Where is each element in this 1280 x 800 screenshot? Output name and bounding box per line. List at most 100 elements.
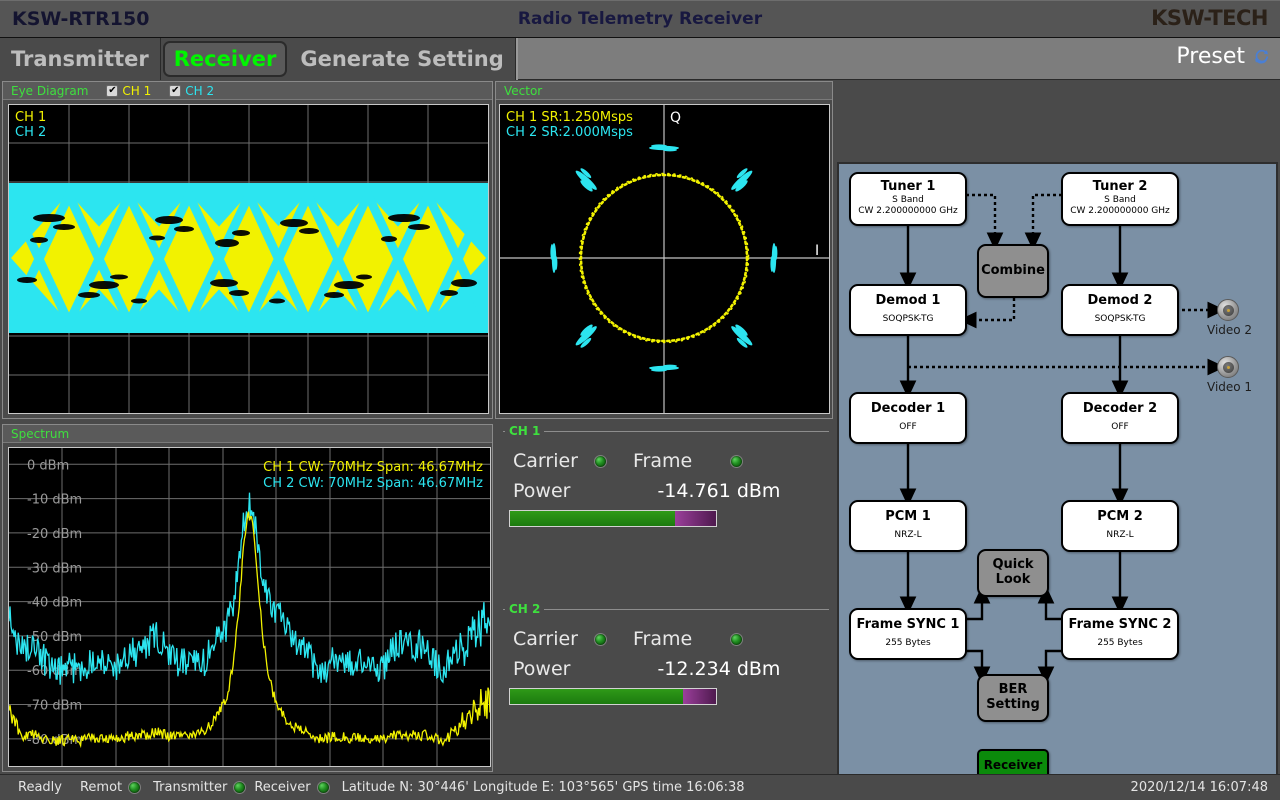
video-2-connector-icon[interactable] bbox=[1217, 299, 1239, 321]
status-ready: Readly bbox=[18, 780, 62, 795]
status-transmitter-led bbox=[233, 781, 247, 794]
svg-text:CH 2 SR:2.000Msps: CH 2 SR:2.000Msps bbox=[506, 125, 633, 140]
ch2-power-label: Power bbox=[513, 658, 571, 680]
ch1-carrier-led bbox=[593, 454, 607, 468]
svg-text:CH 1 SR:1.250Msps: CH 1 SR:1.250Msps bbox=[506, 110, 633, 125]
page-title: Radio Telemetry Receiver bbox=[517, 9, 763, 29]
block-combine-title: Combine bbox=[981, 262, 1045, 278]
block-decoder-2-title: Decoder 2 bbox=[1082, 401, 1158, 417]
block-ber-setting[interactable]: BER Setting bbox=[977, 674, 1049, 722]
block-tuner-1-title: Tuner 1 bbox=[880, 179, 936, 195]
eye-ch2-label: CH 2 bbox=[185, 83, 215, 98]
connector-pin bbox=[1226, 365, 1230, 369]
preset-label: Preset bbox=[1176, 44, 1245, 69]
block-frame-sync-1[interactable]: Frame SYNC 1 255 Bytes bbox=[849, 608, 967, 660]
eye-diagram-plot[interactable]: CH 1 CH 2 bbox=[8, 104, 489, 414]
checkbox-icon[interactable] bbox=[106, 84, 119, 97]
block-decoder-1-state: OFF bbox=[899, 422, 917, 433]
block-pcm-1-title: PCM 1 bbox=[885, 509, 931, 525]
status-datetime: 2020/12/14 16:07:48 bbox=[1130, 780, 1268, 795]
status-receiver: Receiver bbox=[254, 780, 330, 795]
block-frame-sync-2-title: Frame SYNC 2 bbox=[1068, 617, 1172, 633]
tab-bar: Transmitter Receiver Generate Setting Pr… bbox=[0, 38, 1280, 80]
block-frame-sync-2-size: 255 Bytes bbox=[1097, 638, 1143, 649]
block-pcm-1-code: NRZ-L bbox=[894, 530, 922, 541]
block-pcm-2-code: NRZ-L bbox=[1106, 530, 1134, 541]
ch1-power-bar-remainder bbox=[674, 511, 716, 526]
block-ber-setting-line2: Setting bbox=[986, 697, 1040, 712]
block-decoder-2-state: OFF bbox=[1111, 422, 1129, 433]
eye-diagram-header: Eye Diagram CH 1 CH 2 bbox=[3, 82, 492, 100]
receiver-preset-line1: Receiver bbox=[983, 758, 1043, 773]
ch2-power-value: -12.234 dBm bbox=[657, 658, 781, 680]
spectrum-panel: Spectrum 0 dBm -10 dBm -20 dBm -30 dBm -40 d… bbox=[2, 424, 493, 772]
ch1-group-title: CH 1 bbox=[505, 424, 545, 438]
preset-button[interactable]: Preset bbox=[1176, 44, 1270, 69]
block-frame-sync-1-title: Frame SYNC 1 bbox=[856, 617, 960, 633]
block-decoder-1-title: Decoder 1 bbox=[870, 401, 946, 417]
group-divider bbox=[503, 431, 829, 432]
spectrum-header: Spectrum bbox=[3, 425, 492, 443]
block-combine[interactable]: Combine bbox=[977, 244, 1049, 298]
svg-text:CH 1: CH 1 bbox=[15, 110, 46, 125]
vector-plot[interactable]: CH 1 SR:1.250Msps CH 2 SR:2.000Msps Q I bbox=[499, 104, 830, 414]
ch2-power-bar-remainder bbox=[683, 689, 716, 704]
ch1-power-bar bbox=[509, 510, 717, 527]
vector-panel: Vector CH 1 SR:1.250Msps CH 2 SR:2.000Ms… bbox=[495, 81, 833, 419]
video-1-connector-icon[interactable] bbox=[1217, 356, 1239, 378]
block-decoder-1[interactable]: Decoder 1 OFF bbox=[849, 392, 967, 444]
status-transmitter-label: Transmitter bbox=[153, 780, 228, 795]
block-tuner-2-title: Tuner 2 bbox=[1092, 179, 1148, 195]
group-divider bbox=[503, 609, 829, 610]
block-demod-1[interactable]: Demod 1 SOQPSK-TG bbox=[849, 284, 967, 336]
checkbox-icon[interactable] bbox=[169, 84, 182, 97]
ch2-carrier-led bbox=[593, 632, 607, 646]
block-tuner-2[interactable]: Tuner 2 S Band CW 2.200000000 GHz bbox=[1061, 172, 1179, 226]
ch1-power-value: -14.761 dBm bbox=[657, 480, 781, 502]
eye-ch1-checkbox[interactable]: CH 1 bbox=[106, 82, 151, 100]
vector-title: Vector bbox=[504, 83, 543, 98]
channel-group-ch1: CH 1 Carrier Frame Power -14.761 dBm bbox=[495, 422, 835, 594]
block-quick-look-line1: Quick bbox=[992, 557, 1034, 573]
ch2-power-row: Power -12.234 dBm bbox=[513, 658, 780, 680]
video-2-label: Video 2 bbox=[1207, 323, 1253, 337]
svg-text:CH 1 CW: 70MHz Span: 46.67MHz: CH 1 CW: 70MHz Span: 46.67MHz bbox=[263, 460, 483, 475]
channel-status-panel: CH 1 Carrier Frame Power -14.761 dBm CH … bbox=[495, 422, 835, 774]
svg-text:-20 dBm: -20 dBm bbox=[27, 527, 82, 542]
block-frame-sync-2[interactable]: Frame SYNC 2 255 Bytes bbox=[1061, 608, 1179, 660]
ch2-group-title: CH 2 bbox=[505, 602, 545, 616]
ch1-frame-led bbox=[730, 454, 744, 468]
block-tuner-1[interactable]: Tuner 1 S Band CW 2.200000000 GHz bbox=[849, 172, 967, 226]
channel-group-ch2: CH 2 Carrier Frame Power -12.234 dBm bbox=[495, 600, 835, 720]
status-remote-led bbox=[128, 781, 142, 794]
diagram-connectors bbox=[899, 193, 1226, 685]
eye-diagram-title: Eye Diagram bbox=[11, 83, 89, 98]
block-frame-sync-1-size: 255 Bytes bbox=[885, 638, 931, 649]
block-pcm-1[interactable]: PCM 1 NRZ-L bbox=[849, 500, 967, 552]
block-quick-look[interactable]: Quick Look bbox=[977, 549, 1049, 597]
svg-text:-70 dBm: -70 dBm bbox=[27, 699, 82, 714]
tab-generate-setting[interactable]: Generate Setting bbox=[289, 38, 516, 80]
block-tuner-2-band: S Band bbox=[1104, 195, 1136, 206]
ch1-carrier-label: Carrier bbox=[513, 450, 578, 472]
eye-ch2-checkbox[interactable]: CH 2 bbox=[169, 82, 214, 100]
block-demod-2[interactable]: Demod 2 SOQPSK-TG bbox=[1061, 284, 1179, 336]
status-remote-label: Remot bbox=[79, 780, 123, 795]
refresh-icon[interactable] bbox=[1253, 48, 1270, 65]
spectrum-title: Spectrum bbox=[11, 426, 70, 441]
status-remote: Remot bbox=[79, 780, 142, 795]
block-pcm-2-title: PCM 2 bbox=[1097, 509, 1143, 525]
tab-transmitter[interactable]: Transmitter bbox=[0, 38, 161, 80]
svg-text:-10 dBm: -10 dBm bbox=[27, 493, 82, 508]
svg-text:-30 dBm: -30 dBm bbox=[27, 561, 82, 576]
block-pcm-2[interactable]: PCM 2 NRZ-L bbox=[1061, 500, 1179, 552]
signal-flow-diagram: Tuner 1 S Band CW 2.200000000 GHz Tuner … bbox=[837, 162, 1278, 800]
tab-receiver[interactable]: Receiver bbox=[162, 41, 288, 77]
status-gps: Latitude N: 30°446' Longitude E: 103°565… bbox=[341, 780, 745, 795]
tab-list: Transmitter Receiver Generate Setting bbox=[0, 38, 518, 80]
vector-header: Vector bbox=[496, 82, 832, 100]
block-decoder-2[interactable]: Decoder 2 OFF bbox=[1061, 392, 1179, 444]
status-bar: Readly Remot Transmitter Receiver Latitu… bbox=[0, 774, 1280, 800]
spectrum-plot[interactable]: 0 dBm -10 dBm -20 dBm -30 dBm -40 dBm -50 dBm… bbox=[8, 447, 491, 767]
connector-pin bbox=[1226, 308, 1230, 312]
